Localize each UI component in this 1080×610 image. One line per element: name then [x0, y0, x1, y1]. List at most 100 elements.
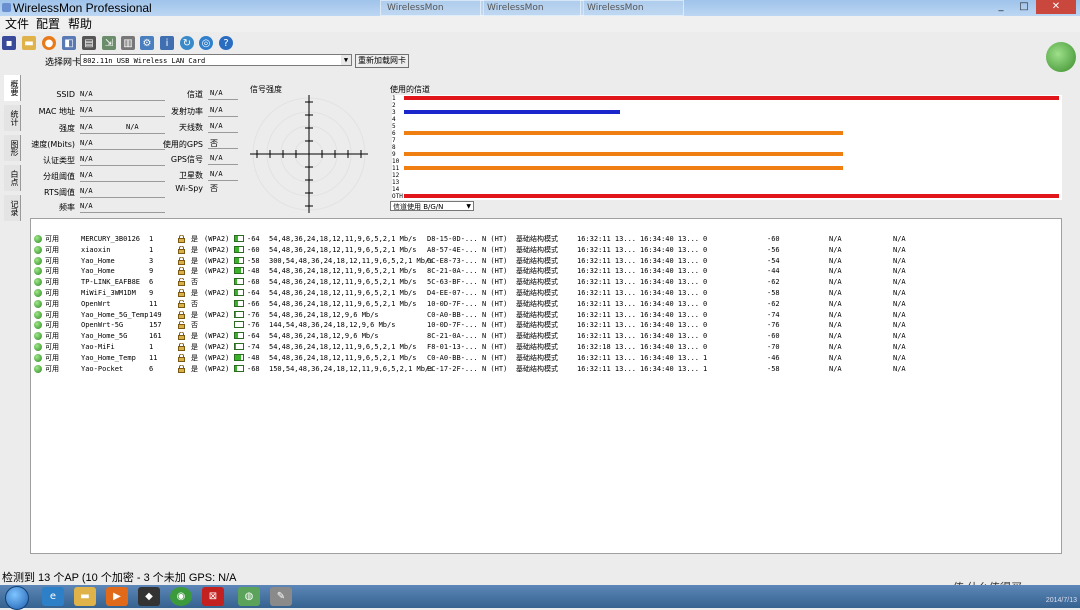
ap-mac: 8C-21-0A-... [427, 267, 478, 276]
ap-ssid: Yao_Home_5G [81, 332, 128, 341]
chrome-icon[interactable]: ◉ [170, 587, 192, 606]
reload-adapter-button[interactable]: 重新加载网卡 [355, 54, 409, 68]
menu-help[interactable]: 帮助 [68, 16, 92, 32]
antenna-label: 天线数 [179, 123, 203, 132]
ap-network-type: 基础结构模式 [516, 289, 558, 297]
ap-gps-b: N/A [893, 310, 906, 319]
wirelessmon-taskbar-icon[interactable]: ◍ [238, 587, 260, 606]
table-row[interactable]: 可用 Yao_Home 9 是 (WPA2) -48 54,48,36,24,18,12,1… [31, 266, 1061, 276]
tab-graph[interactable]: 图形 [4, 135, 21, 161]
ap-mode: N (HT) [482, 353, 508, 362]
open-folder-icon[interactable]: ▬ [22, 36, 36, 50]
table-row[interactable]: 可用 Yao-Pocket 6 是 (WPA2) -68 150,54,48,36,24,1… [31, 364, 1061, 374]
ap-encryption: (WPA2) [204, 332, 230, 341]
lock-icon [178, 256, 185, 265]
export-icon[interactable]: ⇲ [102, 36, 116, 50]
menu-file[interactable]: 文件 [5, 16, 29, 32]
ap-mac: C0-A0-BB-... [427, 353, 478, 362]
settings-icon[interactable]: ⚙ [140, 36, 154, 50]
print-preview-icon[interactable]: ▥ [121, 36, 135, 50]
tab-log[interactable]: 记录 [4, 195, 21, 221]
ap-rates: 54,48,36,24,18,12,9,6 Mb/s [269, 310, 379, 319]
ap-status: 可用 [45, 245, 59, 254]
network-icon[interactable]: ◧ [62, 36, 76, 50]
app-icon-dark[interactable]: ◆ [138, 587, 160, 606]
channel-bar [404, 152, 843, 156]
channel-mode-value: 信道使用 B/G/N [393, 203, 444, 211]
lock-icon [178, 343, 185, 351]
ap-mac: D4-EE-07-... [427, 289, 478, 297]
help-icon[interactable]: ? [219, 36, 233, 50]
maximize-button[interactable]: □ [1013, 0, 1035, 14]
ap-channel: 161 [149, 332, 162, 341]
menu-config[interactable]: 配置 [36, 16, 60, 32]
ap-last-seen: 16:34:40 13... [640, 332, 700, 341]
printer-icon[interactable]: ▤ [82, 36, 96, 50]
tx-power-value: N/A [210, 106, 223, 114]
chevron-down-icon[interactable]: ▼ [466, 202, 471, 212]
tab-whitespot[interactable]: 白点 [4, 165, 21, 191]
channel-bar [404, 110, 620, 114]
ap-count: 0 [703, 332, 708, 341]
ap-rssi: -68 [247, 364, 260, 373]
background-window-tab[interactable]: WirelessMon [380, 0, 484, 16]
unlock-icon [178, 278, 185, 287]
adapter-value: 802.11n USB Wireless LAN Card [83, 57, 206, 65]
status-dot-icon [34, 353, 42, 362]
ap-gps-b: N/A [893, 267, 906, 276]
ap-rates: 300,54,48,36,24,18,12,11,9,6,5,2,1 Mb/s [269, 256, 434, 265]
auth-value: N/A [80, 155, 93, 163]
speed-label: 速度(Mbits) [31, 140, 75, 149]
table-row[interactable]: 可用 Yao_Home_Temp 11 是 (WPA2) -48 54,48,36,24,1… [31, 353, 1061, 363]
record-icon[interactable]: ● [42, 36, 56, 50]
background-window-tab[interactable]: WirelessMon [580, 0, 684, 16]
table-row[interactable]: 可用 Yao-MiFi 1 是 (WPA2) -74 54,48,36,24,18,12,1… [31, 342, 1061, 352]
minimize-button[interactable]: _ [990, 0, 1012, 14]
explorer-folder-icon[interactable]: ▬ [74, 587, 96, 606]
app-icon-red[interactable]: ⊠ [202, 587, 224, 606]
ap-channel: 149 [149, 310, 162, 319]
ap-count: 0 [703, 278, 708, 287]
table-row[interactable]: 可用 MiWiFi_3WM1DM 9 是 (WPA2) -64 54,48,36,24,18… [31, 288, 1061, 298]
ap-channel: 9 [149, 289, 154, 297]
ap-last-seen: 16:34:40 13... [640, 299, 700, 308]
signal-bar-icon [234, 235, 244, 242]
ap-rssi: -64 [247, 235, 260, 243]
tab-statistics[interactable]: 统计 [4, 105, 21, 131]
ap-first-seen: 16:32:11 13... [577, 321, 637, 330]
tab-summary[interactable]: 概要 [4, 75, 21, 101]
ap-gps-a: N/A [829, 245, 842, 254]
speed-value: N/A [80, 139, 93, 147]
ap-status: 可用 [45, 278, 59, 287]
refresh-icon[interactable]: ↻ [180, 36, 194, 50]
ap-first-seen: 16:32:11 13... [577, 332, 637, 341]
background-window-tab[interactable]: WirelessMon [480, 0, 584, 16]
table-row[interactable]: 可用 Yao_Home 3 是 (WPA2) -58 300,54,48,36,24,18,… [31, 256, 1061, 266]
info-icon[interactable]: i [160, 36, 174, 50]
app-icon-grey[interactable]: ✎ [270, 587, 292, 606]
ap-mac: A8-57-4E-... [427, 245, 478, 254]
table-row[interactable]: 可用 Yao_Home_5G 161 是 (WPA2) -64 54,48,36,24,18… [31, 331, 1061, 341]
table-row[interactable]: 可用 MERCURY_3B0126 1 是 (WPA2) -64 54,48,36,24,1… [31, 234, 1061, 244]
start-button[interactable] [5, 586, 29, 610]
table-row[interactable]: 可用 TP-LINK_EAFB8E 6 否 -68 54,48,36,24,18,12,1… [31, 277, 1061, 287]
ap-list-table[interactable]: 可用 MERCURY_3B0126 1 是 (WPA2) -64 54,48,36,24,1… [30, 218, 1062, 554]
channel-mode-select[interactable]: 信道使用 B/G/N ▼ [390, 201, 474, 211]
gps-used-label: 使用的GPS [162, 140, 203, 149]
web-icon[interactable]: ◎ [199, 36, 213, 50]
save-icon[interactable]: ▪ [2, 36, 16, 50]
ap-last-seen: 16:34:40 13... [640, 235, 700, 243]
media-player-icon[interactable]: ▶ [106, 587, 128, 606]
table-row[interactable]: 可用 OpenWrt 11 否 -66 54,48,36,24,18,12,11,9,6,… [31, 299, 1061, 309]
table-row[interactable]: 可用 Yao_Home_5G_Temp 149 是 (WPA2) -76 54,48,36,… [31, 310, 1061, 320]
table-row[interactable]: 可用 OpenWrt-5G 157 否 -76 144,54,48,36,24,18,12… [31, 320, 1061, 330]
table-row[interactable]: 可用 xiaoxin 1 是 (WPA2) -60 54,48,36,24,18,12,11… [31, 245, 1061, 255]
channel-usage-plot: 1 2 3 4 5 6 7 8 9 10 11 12 13 14 OTH [392, 95, 1062, 200]
chevron-down-icon[interactable]: ▼ [341, 55, 351, 65]
ap-rates: 144,54,48,36,24,18,12,9,6 Mb/s [269, 321, 396, 330]
ap-network-type: 基础结构模式 [516, 332, 558, 341]
ap-status: 可用 [45, 332, 59, 341]
browser-ie-icon[interactable]: e [42, 587, 64, 606]
close-button[interactable]: ✕ [1036, 0, 1076, 14]
adapter-select[interactable]: 802.11n USB Wireless LAN Card ▼ [80, 54, 352, 66]
